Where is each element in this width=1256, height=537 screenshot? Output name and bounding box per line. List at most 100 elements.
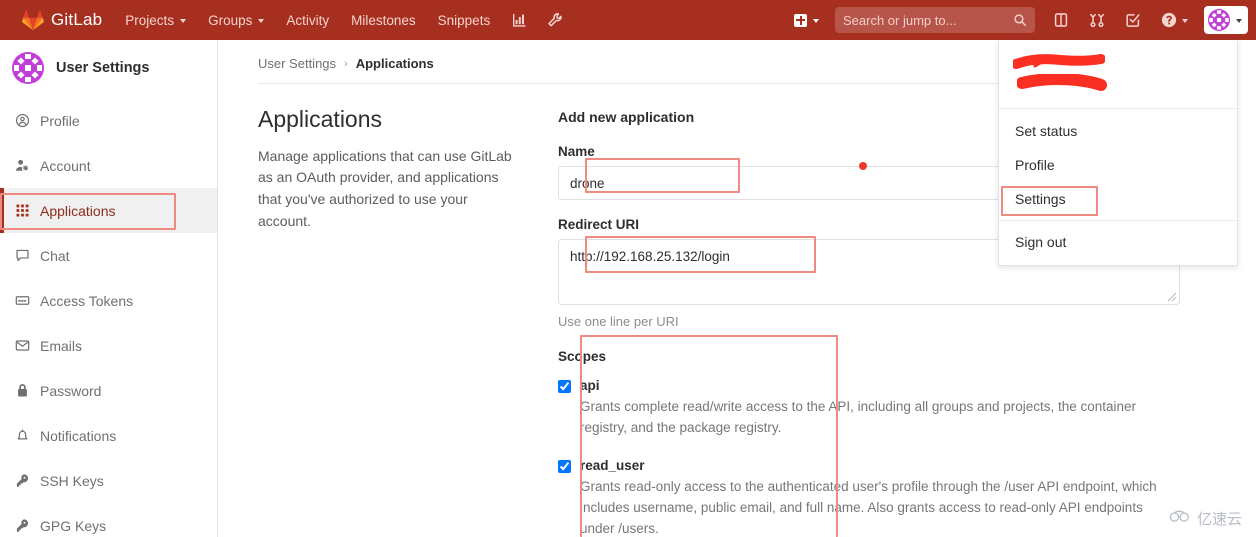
settings-sidebar: User Settings Profile Account Applicatio… (0, 40, 218, 537)
redirect-uri-help: Use one line per URI (558, 314, 679, 329)
sidebar-title: User Settings (56, 60, 150, 76)
scope-checkbox-api[interactable] (558, 380, 571, 393)
sidebar-item-chat[interactable]: Chat (0, 233, 217, 278)
scope-name-read-user: read_user (580, 458, 645, 474)
search-input[interactable]: Search or jump to... (835, 7, 1035, 33)
chevron-down-icon (813, 19, 819, 23)
menu-divider (999, 220, 1237, 221)
sidebar-item-ssh-keys-label: SSH Keys (40, 472, 104, 489)
analytics-chart-icon[interactable] (501, 0, 537, 40)
sidebar-item-account-label: Account (40, 157, 91, 174)
user-circle-icon (14, 113, 30, 129)
sidebar-item-applications[interactable]: Applications (0, 188, 217, 233)
page-info-column: Applications Manage applications that ca… (258, 106, 558, 537)
sidebar-item-password[interactable]: Password (0, 368, 217, 413)
wrench-icon[interactable] (537, 0, 573, 40)
nav-item-groups-label: Groups (208, 12, 253, 28)
user-menu-header (999, 40, 1237, 109)
avatar (1208, 9, 1230, 31)
menu-item-profile-label: Profile (1015, 157, 1055, 173)
sidebar-item-emails[interactable]: Emails (0, 323, 217, 368)
menu-item-set-status[interactable]: Set status (999, 114, 1237, 148)
scope-description-api: Grants complete read/write access to the… (580, 399, 1137, 435)
sidebar-item-account[interactable]: Account (0, 143, 217, 188)
chevron-down-icon (1182, 19, 1188, 23)
scope-row-read-user: read_user Grants read-only access to the… (558, 457, 1256, 537)
user-avatar-menu-toggle[interactable] (1204, 6, 1248, 34)
envelope-icon (14, 338, 30, 354)
scope-row-api: api Grants complete read/write access to… (558, 377, 1256, 438)
page-description: Manage applications that can use GitLab … (258, 147, 512, 229)
breadcrumb-separator-icon: › (344, 57, 348, 70)
sidebar-item-profile-label: Profile (40, 112, 80, 129)
nav-item-groups[interactable]: Groups (197, 0, 275, 40)
top-navbar: GitLab Projects Groups Activity Mileston… (0, 0, 1256, 40)
gitlab-applications-page: GitLab Projects Groups Activity Mileston… (0, 0, 1256, 537)
nav-item-projects[interactable]: Projects (114, 0, 197, 40)
sidebar-item-chat-label: Chat (40, 247, 70, 264)
page-title: Applications (258, 106, 383, 132)
new-item-button[interactable] (786, 0, 827, 40)
sidebar-item-password-label: Password (40, 382, 102, 399)
user-menu-items: Set status Profile Settings Sign out (999, 109, 1237, 265)
menu-item-profile[interactable]: Profile (999, 148, 1237, 182)
sidebar-nav: Profile Account Applications Chat Access… (0, 96, 217, 537)
navbar-right-section: Search or jump to... (786, 0, 1256, 40)
sidebar-item-ssh-keys[interactable]: SSH Keys (0, 458, 217, 503)
sidebar-item-notifications[interactable]: Notifications (0, 413, 217, 458)
lock-icon (14, 383, 30, 399)
applications-grid-icon (14, 203, 30, 219)
menu-item-settings-label: Settings (1015, 191, 1066, 207)
sidebar-item-gpg-keys[interactable]: GPG Keys (0, 503, 217, 537)
nav-item-snippets[interactable]: Snippets (427, 0, 502, 40)
breadcrumb-parent[interactable]: User Settings (258, 56, 336, 71)
account-gear-icon (14, 158, 30, 174)
nav-item-snippets-label: Snippets (437, 12, 491, 28)
scope-name-api: api (580, 378, 600, 393)
key-icon (14, 518, 30, 534)
sidebar-item-gpg-keys-label: GPG Keys (40, 517, 107, 534)
gitlab-tanuki-icon (22, 9, 44, 31)
issue-boards-icon[interactable] (1043, 0, 1079, 40)
nav-item-projects-label: Projects (125, 12, 175, 28)
sidebar-item-access-tokens[interactable]: Access Tokens (0, 278, 217, 323)
redacted-username (1013, 54, 1105, 69)
sidebar-item-applications-label: Applications (40, 202, 116, 219)
bell-icon (14, 428, 30, 444)
gitlab-brand-label: GitLab (51, 10, 103, 29)
nav-item-activity[interactable]: Activity (275, 0, 340, 40)
nav-item-milestones-label: Milestones (351, 12, 416, 28)
search-placeholder: Search or jump to... (843, 12, 957, 28)
sidebar-item-emails-label: Emails (40, 337, 83, 354)
scopes-section: Scopes api Grants complete read/write ac… (558, 349, 1256, 537)
avatar (12, 52, 44, 84)
redacted-user-handle (1017, 74, 1107, 91)
menu-item-sign-out-label: Sign out (1015, 234, 1067, 250)
nav-item-milestones[interactable]: Milestones (340, 0, 427, 40)
menu-item-sign-out[interactable]: Sign out (999, 225, 1237, 259)
todos-icon[interactable] (1115, 0, 1151, 40)
plus-icon (794, 13, 807, 27)
search-icon (1013, 13, 1027, 27)
sidebar-item-access-tokens-label: Access Tokens (40, 292, 134, 309)
nav-item-activity-label: Activity (286, 12, 330, 28)
help-question-icon[interactable] (1151, 0, 1198, 40)
menu-item-settings[interactable]: Settings (999, 182, 1237, 216)
chat-bubble-icon (14, 248, 30, 264)
menu-item-set-status-label: Set status (1015, 123, 1078, 139)
token-card-icon (14, 293, 30, 309)
scope-checkbox-read-user[interactable] (558, 460, 571, 474)
scopes-label: Scopes (558, 349, 607, 364)
navbar-left-section: GitLab Projects Groups Activity Mileston… (0, 0, 573, 40)
breadcrumb-current: Applications (355, 56, 434, 71)
key-icon (14, 473, 30, 489)
sidebar-item-notifications-label: Notifications (40, 427, 117, 444)
gitlab-brand-link[interactable]: GitLab (0, 0, 114, 40)
sidebar-item-profile[interactable]: Profile (0, 98, 217, 143)
chevron-down-icon (1236, 19, 1242, 23)
user-dropdown-menu: Set status Profile Settings Sign out (998, 40, 1238, 266)
sidebar-header: User Settings (0, 40, 217, 96)
scope-description-read-user: Grants read-only access to the authentic… (580, 479, 1157, 536)
chevron-down-icon (180, 19, 187, 23)
merge-requests-icon[interactable] (1079, 0, 1115, 40)
